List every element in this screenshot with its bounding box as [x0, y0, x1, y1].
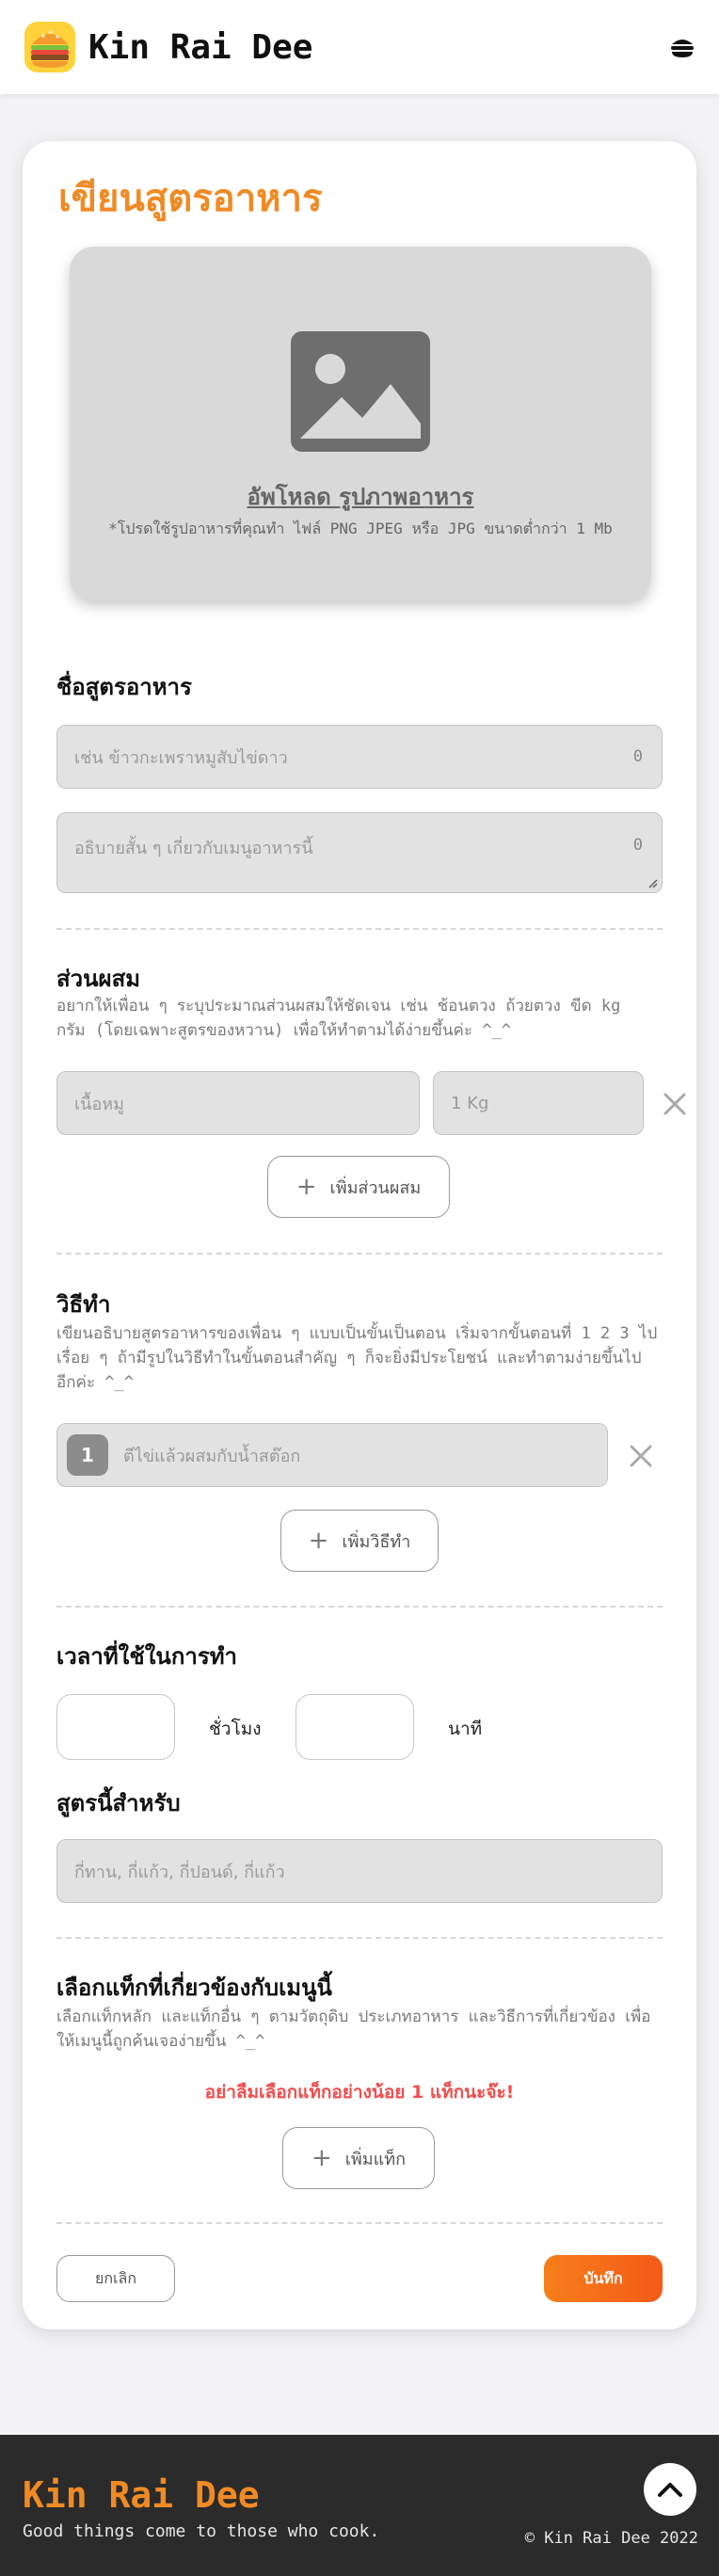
remove-step-icon[interactable]	[629, 1444, 653, 1468]
brand-name[interactable]: Kin Rai Dee	[88, 28, 312, 67]
menu-button[interactable]	[668, 32, 696, 62]
image-upload-area[interactable]: อัพโหลด รูปภาพอาหาร *โปรดใช้รูปอาหารที่ค…	[70, 247, 651, 600]
minutes-input[interactable]	[296, 1694, 414, 1760]
section-divider	[56, 928, 663, 930]
tag-warning-text: อย่าลืมเลือกแท็กอย่างน้อย 1 แท็กนะจ๊ะ!	[204, 2082, 515, 2103]
recipe-name-counter: 0	[632, 747, 643, 766]
add-step-label: เพิ่มวิธีทำ	[342, 1531, 411, 1552]
section-divider	[56, 1253, 663, 1255]
add-tag-button[interactable]: + เพิ่มแท็ก	[282, 2127, 435, 2189]
tags-description: เลือกแท็กหลัก และแท็กอื่น ๆ ตามวัตถุดิบ …	[56, 2008, 651, 2051]
section-divider	[56, 2222, 663, 2224]
ingredients-heading: ส่วนผสม	[56, 966, 141, 992]
top-navbar: Kin Rai Dee	[0, 0, 719, 94]
ingredients-description: อยากให้เพื่อน ๆ ระบุประมาณส่วนผสมให้ชัดเ…	[56, 997, 621, 1040]
plus-icon: +	[296, 1173, 317, 1201]
recipe-form-card: เขียนสูตรอาหาร อัพโหลด รูปภาพอาหาร *โปรด…	[23, 141, 696, 2329]
resize-handle-icon[interactable]	[647, 877, 658, 888]
plus-icon: +	[311, 2144, 332, 2172]
time-heading: เวลาที่ใช้ในการทำ	[56, 1643, 238, 1670]
step-placeholder: ตีไข่แล้วผสมกับน้ำสต๊อก	[123, 1446, 301, 1466]
page-title: เขียนสูตรอาหาร	[58, 177, 323, 220]
step-input[interactable]: 1 ตีไข่แล้วผสมกับน้ำสต๊อก	[56, 1423, 608, 1487]
hamburger-icon	[671, 40, 694, 57]
save-button[interactable]: บันทึก	[544, 2255, 663, 2302]
recipe-name-heading: ชื่อสูตรอาหาร	[56, 674, 192, 700]
steps-description: เขียนอธิบายสูตรอาหารของเพื่อน ๆ แบบเป็นข…	[56, 1324, 658, 1392]
cancel-button[interactable]: ยกเลิก	[56, 2255, 175, 2302]
recipe-description-counter: 0	[632, 836, 643, 855]
add-ingredient-label: เพิ่มส่วนผสม	[329, 1177, 422, 1198]
ingredient-amount-input[interactable]: 1 Kg	[433, 1071, 644, 1135]
remove-ingredient-icon[interactable]	[663, 1092, 687, 1116]
footer-tagline: Good things come to those who cook.	[23, 2521, 380, 2541]
recipe-name-placeholder: เช่น ข้าวกะเพราหมูสับไข่ดาว	[74, 747, 288, 768]
image-placeholder-icon	[291, 331, 430, 452]
step-number-badge: 1	[67, 1434, 108, 1476]
add-tag-label: เพิ่มแท็ก	[344, 2149, 407, 2169]
upload-title[interactable]: อัพโหลด รูปภาพอาหาร	[70, 478, 651, 515]
ingredient-name-placeholder: เนื้อหมู	[74, 1094, 124, 1114]
hours-input[interactable]	[56, 1694, 175, 1760]
hours-label: ชั่วโมง	[209, 1719, 262, 1739]
ingredient-name-input[interactable]: เนื้อหมู	[56, 1071, 420, 1135]
minutes-label: นาที	[448, 1719, 483, 1739]
steps-heading: วิธีทำ	[56, 1291, 111, 1318]
serving-placeholder: กี่ทาน, กี่แก้ว, กี่ปอนด์, กี่แก้ว	[74, 1862, 285, 1882]
section-divider	[56, 1606, 663, 1608]
chevron-up-icon	[658, 2483, 682, 2497]
ingredient-amount-placeholder: 1 Kg	[451, 1093, 489, 1113]
footer-brand[interactable]: Kin Rai Dee	[23, 2474, 260, 2516]
recipe-name-input[interactable]: เช่น ข้าวกะเพราหมูสับไข่ดาว 0	[56, 725, 663, 789]
back-to-top-button[interactable]	[644, 2463, 696, 2516]
burger-icon[interactable]	[23, 20, 77, 74]
recipe-description-input[interactable]: อธิบายสั้น ๆ เกี่ยวกับเมนูอาหารนี้ 0	[56, 812, 663, 893]
footer-copyright: © Kin Rai Dee 2022	[524, 2529, 698, 2548]
footer: Kin Rai Dee Good things come to those wh…	[0, 2435, 719, 2576]
tags-heading: เลือกแท็กที่เกี่ยวข้องกับเมนูนี้	[56, 1975, 332, 2001]
recipe-description-placeholder: อธิบายสั้น ๆ เกี่ยวกับเมนูอาหารนี้	[74, 839, 313, 858]
section-divider	[56, 1937, 663, 1939]
add-step-button[interactable]: + เพิ่มวิธีทำ	[280, 1510, 439, 1572]
add-ingredient-button[interactable]: + เพิ่มส่วนผสม	[267, 1156, 450, 1218]
serving-input[interactable]: กี่ทาน, กี่แก้ว, กี่ปอนด์, กี่แก้ว	[56, 1839, 663, 1903]
upload-note: *โปรดใช้รูปอาหารที่คุณทำ ไฟล์ PNG JPEG ห…	[108, 520, 613, 537]
plus-icon: +	[308, 1527, 329, 1555]
serving-heading: สูตรนี้สำหรับ	[56, 1790, 181, 1816]
